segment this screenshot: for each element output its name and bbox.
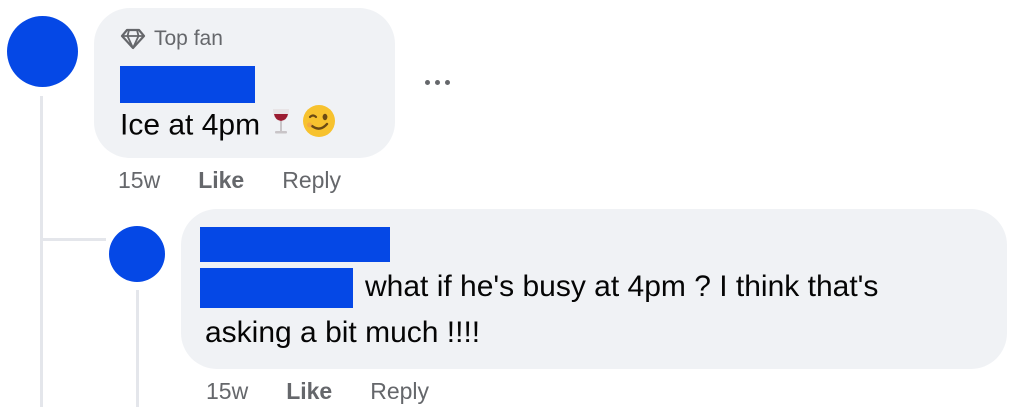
comment-text: Ice at 4pm — [120, 104, 336, 149]
reply-text-line2: asking a bit much !!!! — [205, 316, 481, 349]
wine-glass-emoji — [270, 106, 292, 147]
top-fan-badge[interactable]: Top fan — [120, 27, 223, 51]
comment-reply-button[interactable]: Reply — [282, 167, 341, 194]
reply-thread-line — [136, 290, 139, 407]
redacted-tagged-name[interactable] — [200, 268, 353, 308]
reply-text-line1: what if he's busy at 4pm ? I think that'… — [365, 270, 879, 303]
thread-line-vertical — [40, 96, 43, 407]
comment-like-button[interactable]: Like — [198, 167, 244, 194]
diamond-icon — [120, 28, 146, 50]
reply-reply-button[interactable]: Reply — [370, 378, 429, 405]
winking-face-emoji — [302, 104, 336, 149]
more-dot — [425, 80, 430, 85]
reply-actions: 15w Like Reply — [206, 378, 429, 405]
reply-like-button[interactable]: Like — [286, 378, 332, 405]
comment-text-content: Ice at 4pm — [120, 108, 261, 142]
more-options-button[interactable] — [425, 80, 450, 85]
top-fan-label: Top fan — [154, 27, 223, 50]
reply-timestamp[interactable]: 15w — [206, 378, 248, 405]
replier-avatar[interactable] — [109, 226, 165, 282]
commenter-avatar[interactable] — [7, 16, 78, 87]
thread-line-branch — [40, 238, 106, 241]
comment-timestamp[interactable]: 15w — [118, 167, 160, 194]
comment-bubble: Top fan Ice at 4pm — [94, 8, 395, 158]
more-dot — [435, 80, 440, 85]
more-dot — [445, 80, 450, 85]
redacted-commenter-name[interactable] — [120, 66, 255, 103]
redacted-replier-name[interactable] — [200, 227, 390, 262]
reply-bubble: what if he's busy at 4pm ? I think that'… — [181, 209, 1007, 369]
comment-actions: 15w Like Reply — [118, 167, 341, 194]
